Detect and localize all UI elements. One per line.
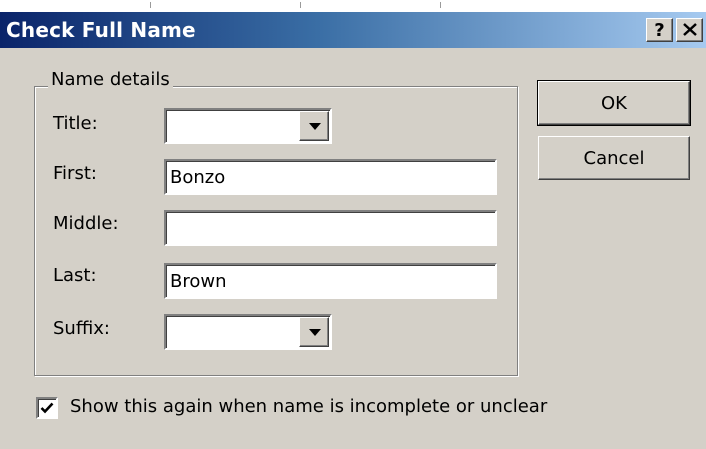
middle-name-field[interactable] (164, 210, 497, 246)
last-label: Last: (53, 265, 97, 286)
show-again-checkbox[interactable] (36, 397, 58, 419)
title-combo[interactable] (164, 108, 332, 144)
checkmark-icon (40, 402, 54, 414)
close-icon (682, 20, 697, 41)
dialog-title: Check Full Name (6, 18, 196, 42)
first-label: First: (53, 163, 97, 184)
ok-button[interactable]: OK (537, 80, 691, 126)
show-again-label[interactable]: Show this again when name is incomplete … (70, 396, 547, 417)
background-window-strip (0, 0, 706, 12)
last-name-field[interactable]: Brown (164, 263, 497, 299)
title-label: Title: (53, 113, 98, 134)
strip-tick (150, 2, 151, 8)
help-button[interactable]: ? (646, 18, 673, 42)
suffix-combo[interactable] (164, 314, 332, 350)
strip-tick (300, 2, 301, 8)
title-bar[interactable]: Check Full Name ? (0, 12, 706, 48)
group-label: Name details (48, 69, 173, 90)
middle-label: Middle: (53, 213, 119, 234)
first-name-field[interactable]: Bonzo (164, 159, 497, 195)
strip-tick (440, 2, 441, 8)
suffix-label: Suffix: (53, 318, 110, 339)
help-icon: ? (654, 19, 665, 41)
chevron-down-icon[interactable] (299, 111, 329, 141)
cancel-button[interactable]: Cancel (538, 136, 690, 180)
close-button[interactable] (676, 18, 703, 42)
chevron-down-icon[interactable] (299, 317, 329, 347)
